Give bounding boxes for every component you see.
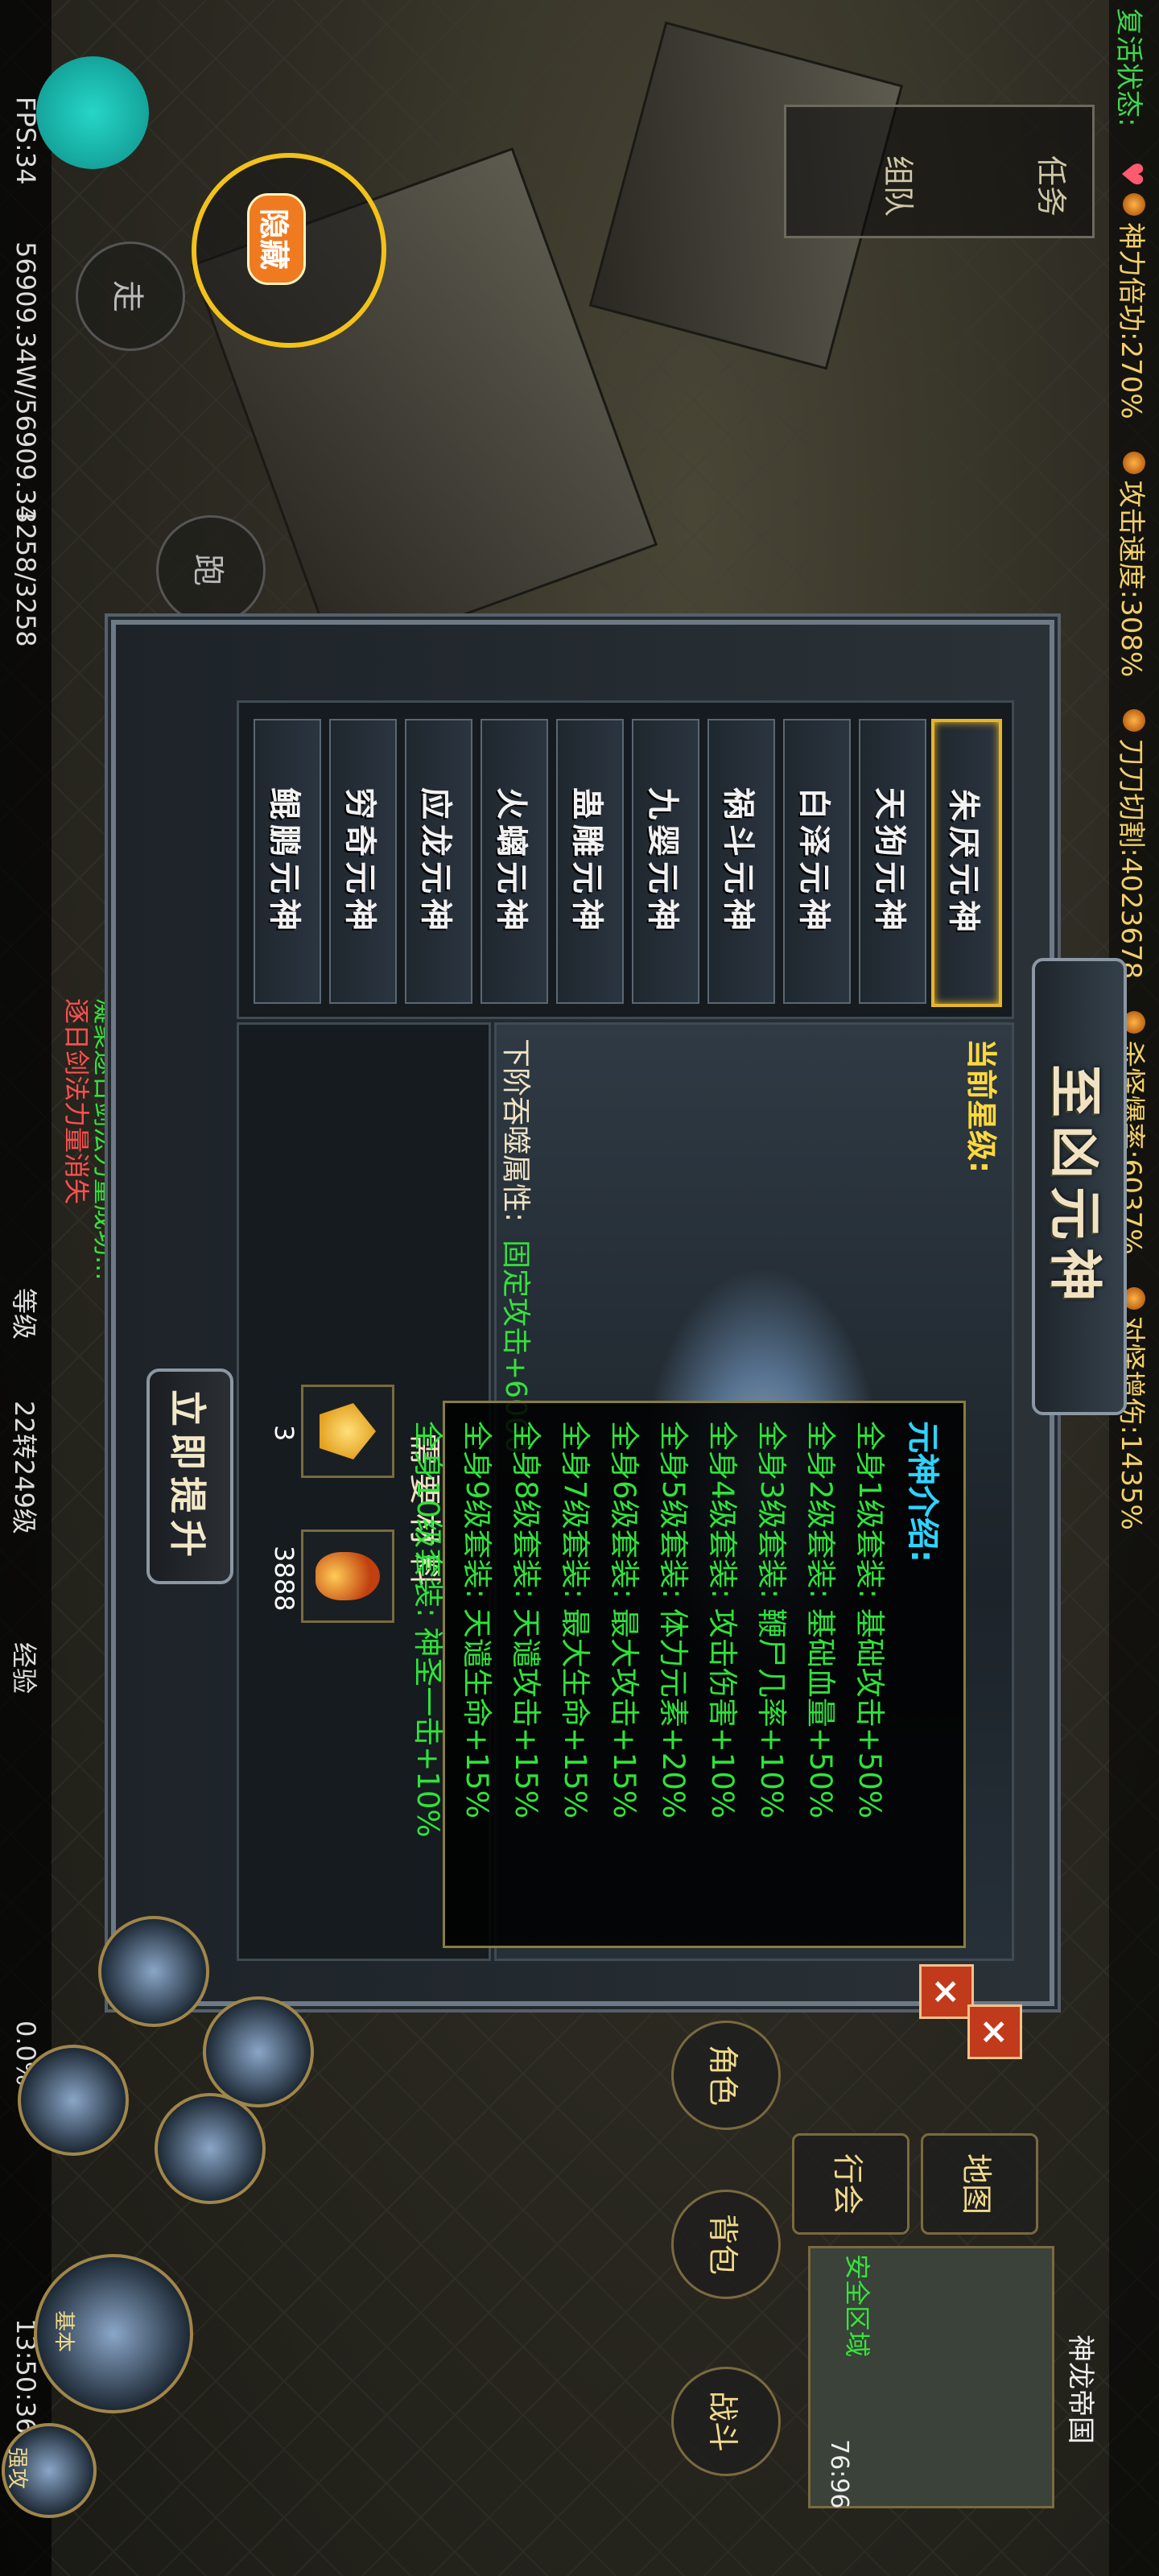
battle-button[interactable]: 战斗 [671, 2367, 781, 2476]
gold-gem-icon [320, 1403, 376, 1459]
tab-yinglong[interactable]: 应龙元神 [405, 719, 472, 1004]
guild-button[interactable]: 行会 [792, 2133, 909, 2235]
info-line: 全身1级套装: 基础攻击+50% [852, 1421, 887, 1819]
material-slot-gem[interactable] [301, 1385, 394, 1478]
revive-status: 复活状态: [1112, 8, 1145, 127]
info-line: 全身6级套装: 最大攻击+15% [607, 1421, 641, 1819]
skill-button[interactable] [98, 1916, 209, 2027]
hide-button[interactable]: 隐藏 [247, 193, 306, 286]
heart-icon: ♥ [1115, 161, 1148, 188]
level-label: 等级 [9, 1288, 39, 1340]
info-line: 全身7级套装: 最大生命+15% [558, 1421, 592, 1819]
panel-title: 至凶元神 [1044, 1064, 1107, 1309]
skill-label: 强攻 [5, 2447, 29, 2490]
next-attr-label: 下阶吞噬属性: [499, 1038, 532, 1223]
map-button[interactable]: 地图 [921, 2133, 1038, 2235]
game-screen: 神力倍功:270% 攻击速度:308% 刀刀切割:4023678 杀怪爆率:60… [0, 0, 1159, 2576]
info-line: 全身3级套装: 鞭尸几率+10% [754, 1421, 789, 1819]
close-panel-button[interactable]: × [967, 2004, 1022, 2059]
hp-value: 3258/3258 [10, 507, 41, 647]
yuanshen-info-tooltip: 元神介绍: 全身1级套装: 基础攻击+50% 全身2级套装: 基础血量+50% … [410, 1401, 966, 1948]
tab-zhuyan[interactable]: 朱厌元神 [931, 719, 1002, 1007]
tab-kunpeng[interactable]: 鲲鹏元神 [254, 719, 321, 1004]
panel-title-plate: 至凶元神 [1032, 958, 1127, 1415]
tab-huochi[interactable]: 火螭元神 [481, 719, 548, 1004]
fire-material-icon [316, 1552, 380, 1600]
skill-button[interactable] [155, 2093, 266, 2204]
yuanshen-tab-list: 朱厌元神 天狗元神 白泽元神 祸斗元神 九婴元神 蛊雕元神 火螭元神 应龙元神 … [237, 700, 1014, 1019]
material-count: 3 [269, 1425, 299, 1442]
exp-label: 经验 [9, 1642, 39, 1695]
material-count: 3888 [269, 1546, 299, 1612]
info-line: 全身2级套装: 基础血量+50% [803, 1421, 838, 1819]
info-title: 元神介绍: [904, 1421, 941, 1563]
info-line: 全身5级套装: 体力元素+20% [656, 1421, 691, 1819]
task-panel[interactable]: 任务 组队 [784, 105, 1095, 238]
tab-tiangou[interactable]: 天狗元神 [859, 719, 926, 1004]
map-coords: 76:96 [825, 2439, 853, 2509]
tab-baize[interactable]: 白泽元神 [783, 719, 851, 1004]
bottom-status-bar: FPS:34 56909.34W/56909.34 3258/3258 等级 2… [0, 0, 52, 2576]
info-line: 全身9级套装: 天谴生命+15% [460, 1421, 494, 1819]
team-tab[interactable]: 组队 [879, 155, 923, 217]
close-tooltip-button[interactable]: × [919, 1964, 974, 2019]
level-value: 22转249级 [9, 1401, 39, 1534]
safe-zone-label: 安全区域 [842, 2254, 872, 2358]
stat-item: 攻击速度:308% [1115, 451, 1154, 677]
stat-icon [1123, 451, 1145, 474]
skill-button[interactable] [203, 1996, 314, 2107]
info-line: 全身4级套装: 攻击伤害+10% [705, 1421, 740, 1819]
run-button[interactable]: 跑 [156, 515, 266, 625]
tab-huodou[interactable]: 祸斗元神 [707, 719, 775, 1004]
current-star-label: 当前星级: [963, 1038, 999, 1174]
tab-jiuying[interactable]: 九婴元神 [632, 719, 699, 1004]
mp-value: 56909.34W/56909.34 [10, 242, 41, 522]
walk-label: 走 [109, 280, 146, 312]
info-line: 全身8级套装: 天谴攻击+15% [509, 1421, 543, 1819]
skill-button[interactable] [18, 2045, 129, 2156]
run-label: 跑 [189, 554, 226, 586]
stat-icon [1123, 709, 1145, 733]
stat-item: 神力倍功:270% [1115, 193, 1154, 419]
map-name: 神龙帝国 [1064, 2334, 1096, 2444]
bag-button[interactable]: 背包 [671, 2190, 781, 2299]
voice-button[interactable] [36, 56, 149, 169]
material-slot-fire[interactable] [301, 1530, 394, 1623]
character-button[interactable]: 角色 [671, 2021, 781, 2130]
info-line: 全身10级套装: 神圣一击+10% [410, 1421, 445, 1838]
task-tab[interactable]: 任务 [1032, 155, 1076, 217]
tab-gudiao[interactable]: 蛊雕元神 [556, 719, 624, 1004]
walk-button[interactable]: 走 [76, 242, 185, 351]
upgrade-button[interactable]: 立即提升 [146, 1368, 233, 1584]
stat-icon [1123, 193, 1145, 216]
stat-item: 刀刀切割:4023678 [1115, 709, 1154, 979]
skill-label: 基本 [52, 2310, 76, 2353]
tab-qiongqi[interactable]: 穷奇元神 [329, 719, 397, 1004]
